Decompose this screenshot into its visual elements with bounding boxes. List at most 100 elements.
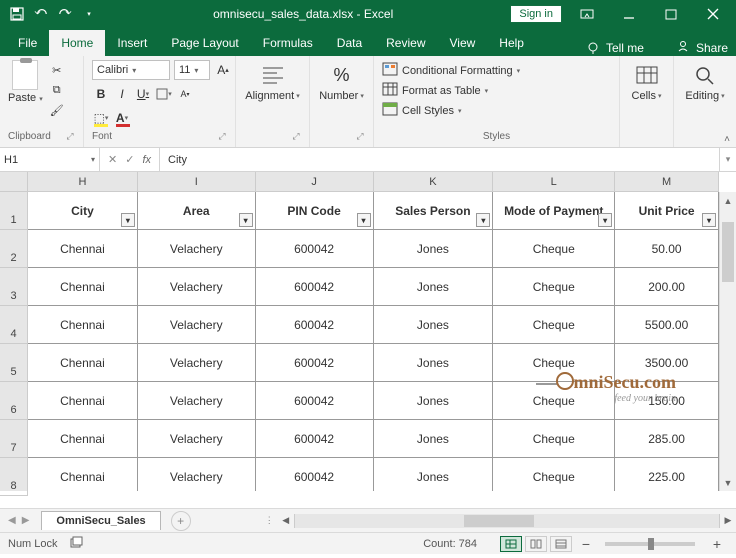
ribbon-options-icon[interactable] [570,0,604,28]
close-button[interactable] [696,0,730,28]
decrease-font-icon[interactable]: A▾ [176,84,194,104]
row-header[interactable]: 7 [0,420,28,458]
sign-in-button[interactable]: Sign in [510,5,562,23]
table-cell[interactable]: 600042 [256,344,374,382]
expand-formula-icon[interactable]: ▾ [719,148,736,171]
table-cell[interactable]: Velachery [138,382,256,420]
table-cell[interactable]: 285.00 [615,420,719,458]
underline-button[interactable]: U▾ [134,84,152,104]
conditional-formatting-button[interactable]: Conditional Formatting▾ [382,62,520,79]
table-cell[interactable]: Chennai [28,382,138,420]
number-launcher-icon[interactable]: ⤢ [355,131,365,142]
paste-icon[interactable] [12,60,38,90]
table-cell[interactable]: Cheque [493,268,615,306]
bold-button[interactable]: B [92,84,110,104]
format-as-table-button[interactable]: Format as Table▾ [382,82,520,99]
zoom-out-button[interactable]: − [575,536,597,552]
row-header[interactable]: 2 [0,230,28,268]
tab-help[interactable]: Help [487,30,536,56]
table-header-cell[interactable]: PIN Code▾ [256,192,374,230]
zoom-in-button[interactable]: + [706,536,728,552]
copy-icon[interactable]: ⧉ [49,82,65,98]
cancel-formula-icon[interactable]: ✕ [108,153,117,166]
maximize-button[interactable] [654,0,688,28]
cells-area[interactable]: City▾Area▾PIN Code▾Sales Person▾Mode of … [28,192,719,491]
italic-button[interactable]: I [113,84,131,104]
row-header[interactable]: 4 [0,306,28,344]
column-header[interactable]: J [256,172,374,192]
tab-pagelayout[interactable]: Page Layout [159,30,250,56]
table-header-cell[interactable]: Sales Person▾ [374,192,494,230]
filter-dropdown-icon[interactable]: ▾ [476,213,490,227]
table-cell[interactable]: Velachery [138,306,256,344]
format-painter-icon[interactable]: 🖌 [49,102,65,118]
increase-font-icon[interactable]: A▴ [214,60,232,80]
tab-formulas[interactable]: Formulas [251,30,325,56]
tellme-text[interactable]: Tell me [606,41,644,55]
table-cell[interactable]: 600042 [256,268,374,306]
scroll-up-icon[interactable]: ▲ [720,192,736,209]
alignment-button[interactable]: Alignment▾ [241,60,303,104]
paste-button[interactable]: Paste ▾ [8,92,43,104]
filter-dropdown-icon[interactable]: ▾ [357,213,371,227]
table-cell[interactable]: 225.00 [615,458,719,491]
column-header[interactable]: I [138,172,256,192]
filter-dropdown-icon[interactable]: ▾ [702,213,716,227]
row-header[interactable]: 3 [0,268,28,306]
row-header[interactable]: 1 [0,192,28,230]
tab-home[interactable]: Home [49,30,105,56]
column-header[interactable]: L [493,172,615,192]
font-color-button[interactable]: A▾ [113,108,131,128]
table-cell[interactable]: Velachery [138,420,256,458]
table-cell[interactable]: Jones [374,458,494,491]
table-cell[interactable]: Velachery [138,268,256,306]
table-cell[interactable]: Chennai [28,344,138,382]
table-cell[interactable]: 5500.00 [615,306,719,344]
vertical-scrollbar[interactable]: ▲ ▼ [719,192,736,491]
table-cell[interactable]: Cheque [493,420,615,458]
page-break-view-button[interactable] [550,536,572,552]
minimize-button[interactable] [612,0,646,28]
fx-icon[interactable]: fx [142,154,151,166]
table-header-cell[interactable]: City▾ [28,192,138,230]
column-header[interactable]: M [615,172,719,192]
alignment-launcher-icon[interactable]: ⤢ [291,131,301,142]
share-icon[interactable] [676,39,690,56]
table-cell[interactable]: 150.00 [615,382,719,420]
page-layout-view-button[interactable] [525,536,547,552]
tab-data[interactable]: Data [325,30,374,56]
table-cell[interactable]: 600042 [256,230,374,268]
tellme-icon[interactable] [586,41,600,55]
row-header[interactable]: 5 [0,344,28,382]
tab-view[interactable]: View [438,30,488,56]
tab-review[interactable]: Review [374,30,437,56]
table-cell[interactable]: Velachery [138,344,256,382]
new-sheet-button[interactable]: + [171,511,191,531]
cell-styles-button[interactable]: Cell Styles▾ [382,102,520,119]
sheet-next-icon[interactable]: ▶ [22,515,30,526]
table-cell[interactable]: 600042 [256,420,374,458]
formula-input[interactable]: City [160,148,719,171]
select-all-corner[interactable] [0,172,28,192]
table-cell[interactable]: 200.00 [615,268,719,306]
hscroll-thumb[interactable] [464,515,534,527]
table-cell[interactable]: 3500.00 [615,344,719,382]
table-cell[interactable]: Jones [374,306,494,344]
table-cell[interactable]: 600042 [256,306,374,344]
table-header-cell[interactable]: Area▾ [138,192,256,230]
font-size-combo[interactable]: 11▾ [174,60,210,80]
table-header-cell[interactable]: Unit Price▾ [615,192,719,230]
table-cell[interactable]: Velachery [138,458,256,491]
tab-file[interactable]: File [6,30,49,56]
save-icon[interactable] [10,7,24,21]
scroll-down-icon[interactable]: ▼ [720,474,736,491]
border-button[interactable]: ▾ [155,84,173,104]
table-cell[interactable]: Cheque [493,344,615,382]
split-handle[interactable]: ⋮ [261,515,278,526]
sheet-tab[interactable]: OmniSecu_Sales [41,511,160,530]
scroll-thumb[interactable] [722,222,734,282]
table-cell[interactable]: Jones [374,268,494,306]
zoom-slider[interactable] [605,542,695,546]
qat-dropdown-icon[interactable]: ▾ [82,7,96,21]
table-cell[interactable]: Jones [374,420,494,458]
